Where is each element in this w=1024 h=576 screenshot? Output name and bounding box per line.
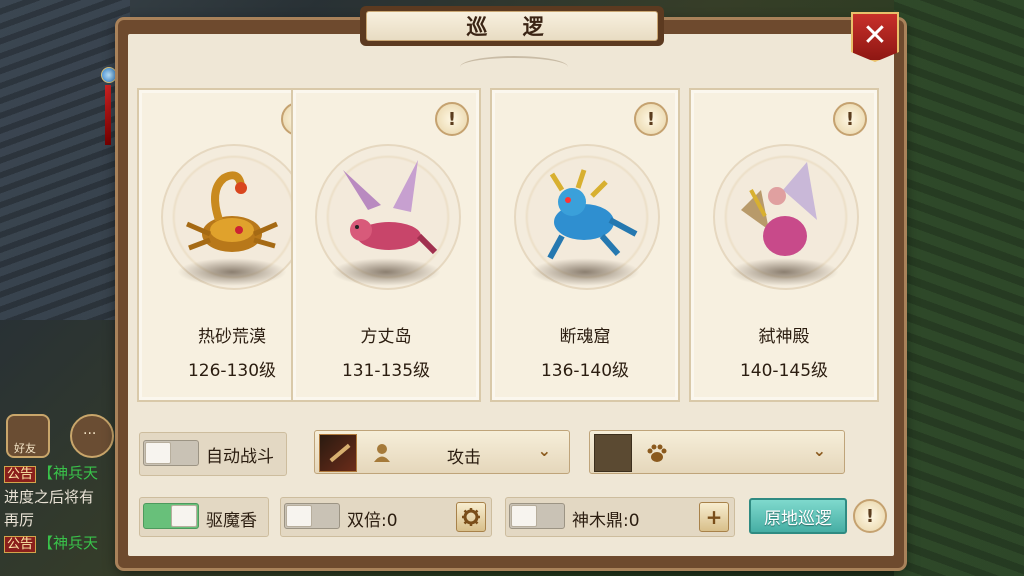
winged-demon-beast-icon [741,162,817,256]
info-icon[interactable]: ! [634,102,668,136]
shenmu-toggle[interactable] [509,503,565,529]
card-level: 140-145级 [739,361,829,381]
chevron-down-icon: ⌄ [537,441,551,460]
garden-scenery [894,0,1024,576]
help-button[interactable]: ! [853,499,887,533]
patrol-in-place-button[interactable]: 原地巡逻 [749,498,847,534]
person-icon [374,444,390,462]
repel-incense-label: 驱魔香 [206,511,257,531]
info-icon[interactable]: ! [435,102,469,136]
chat-line: 再厉 [4,511,35,529]
double-toggle[interactable] [284,503,340,529]
pendant-ornament [100,45,117,145]
card-level: 131-135级 [341,361,431,381]
info-icon: ! [865,505,875,527]
chat-line: 进度之后将有 [4,488,95,506]
pet-dropdown[interactable]: ⌄ [589,430,845,474]
winged-fox-beast-icon [343,160,438,255]
lizard-beast-icon [547,169,638,260]
patrol-card-4[interactable]: ! 弑神殿 140-145级 [689,88,879,402]
dialog-title: 巡 逻 [366,11,658,41]
close-icon: ✕ [862,18,888,53]
scorpion-beast-icon [186,171,278,252]
info-icon[interactable]: ! [833,102,867,136]
auto-battle-toggle[interactable] [143,440,199,466]
patrol-card-3[interactable]: ! 断魂窟 136-140级 [490,88,680,402]
friends-label: 好友 [14,442,36,455]
plus-icon: + [705,505,723,529]
title-plate: 巡 逻 [360,6,664,46]
announcement-tag: 公告 [4,536,37,553]
add-button[interactable]: + [699,502,729,532]
card-level: 136-140级 [540,361,630,381]
repel-incense-toggle[interactable] [143,503,199,529]
double-label: 双倍:0 [347,511,398,531]
card-name: 断魂窟 [559,327,611,347]
empty-pet-slot [594,434,632,472]
chat-line: 公告 【神兵天 [4,532,124,556]
chevron-down-icon: ⌄ [812,441,826,460]
card-name: 弑神殿 [758,327,810,347]
announcement-tag: 公告 [4,466,37,483]
attack-dropdown[interactable]: 攻击 ⌄ [314,430,570,474]
cloud-ornament [460,56,568,78]
chat-log: 公告 【神兵天 进度之后将有 再厉 公告 【神兵天 [4,462,124,556]
attack-value: 攻击 [447,448,481,468]
auto-battle-label: 自动战斗 [206,447,274,467]
close-button[interactable]: ✕ [851,12,899,62]
card-name: 方丈岛 [360,327,412,347]
sword-skill-icon [319,434,357,472]
paw-icon [647,444,667,462]
chat-line: 公告 【神兵天 [4,462,124,486]
patrol-card-2[interactable]: ! 方丈岛 131-135级 [291,88,481,402]
friends-button[interactable]: 好友 [6,414,50,458]
chat-bubble-icon[interactable]: ··· [70,414,114,458]
gear-icon[interactable] [456,502,486,532]
shenmu-label: 神木鼎:0 [572,511,640,531]
